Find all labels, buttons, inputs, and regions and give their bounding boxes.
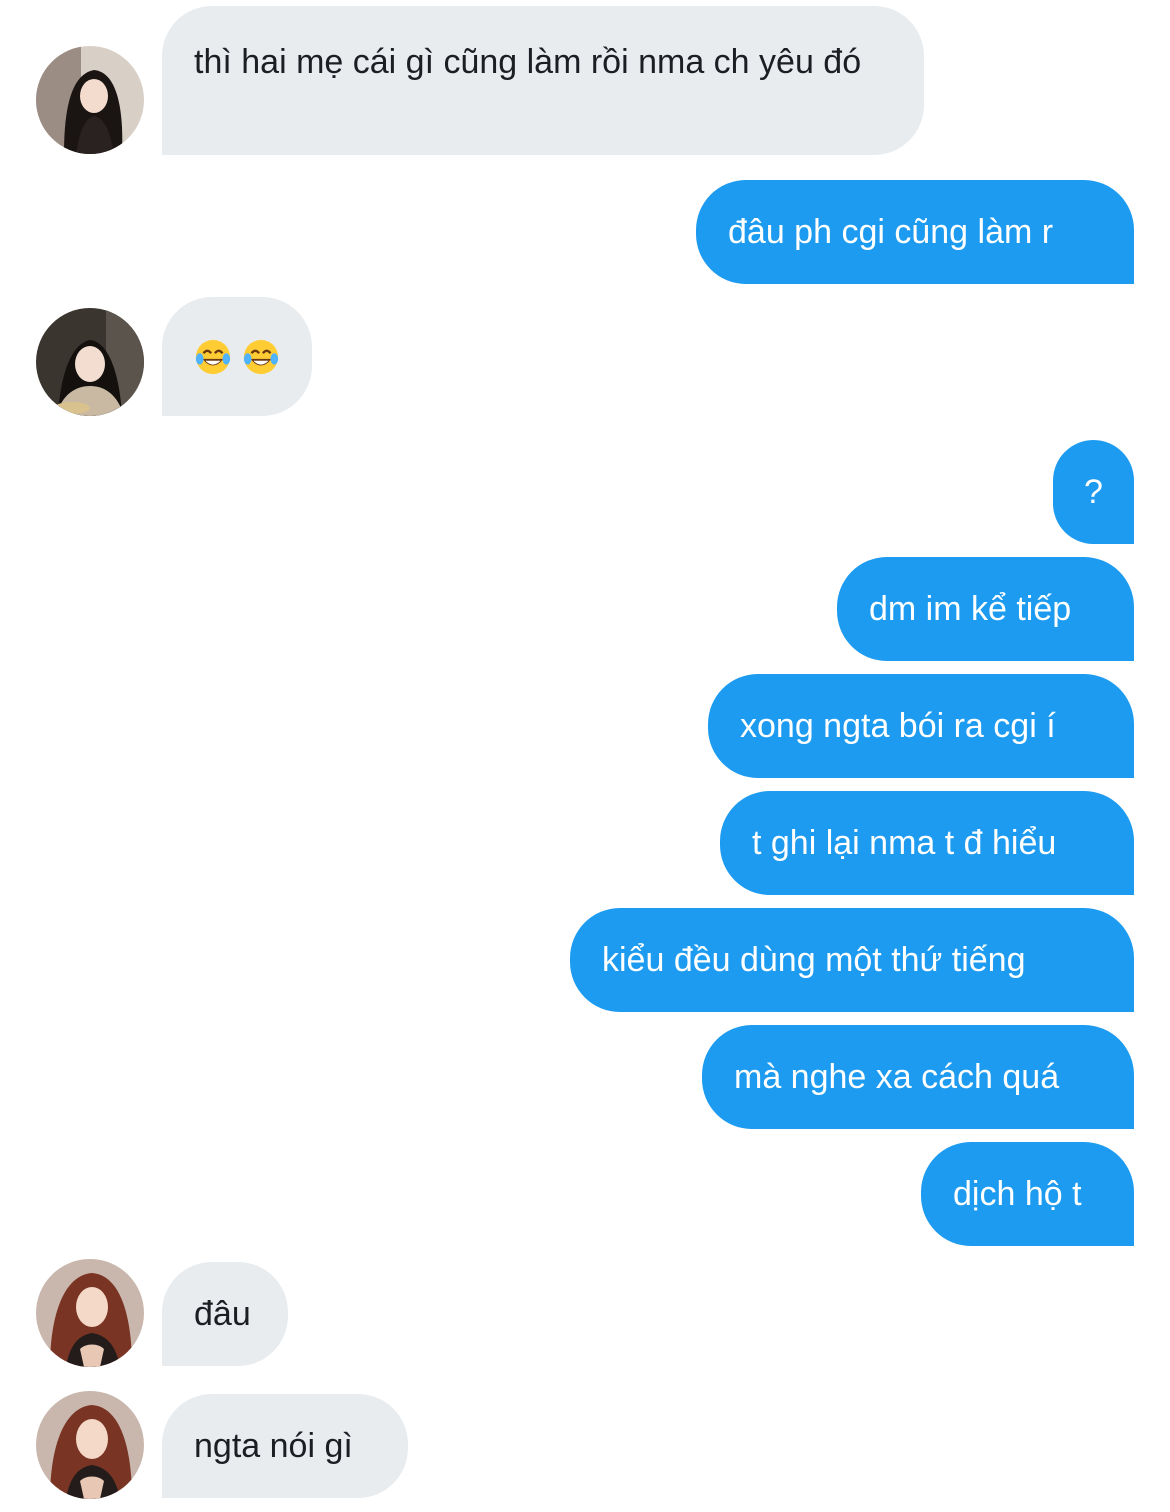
message-bubble-outgoing[interactable]: ?	[1053, 440, 1134, 544]
message-bubble-incoming[interactable]: ngta nói gì	[162, 1394, 408, 1498]
message-text: xong ngta bói ra cgi í	[740, 707, 1056, 745]
message-bubble-outgoing[interactable]: dịch hộ t	[921, 1142, 1134, 1246]
emoji-row	[194, 338, 280, 376]
message-bubble-outgoing[interactable]: kiểu đều dùng một thứ tiếng	[570, 908, 1134, 1012]
message-text: thì hai mẹ cái gì cũng làm rồi nma ch yê…	[194, 43, 862, 81]
message-text: đâu	[194, 1295, 251, 1333]
avatar-photo	[36, 46, 144, 154]
face-with-tears-of-joy-icon	[242, 338, 280, 376]
face-with-tears-of-joy-icon	[194, 338, 232, 376]
message-text: dịch hộ t	[953, 1175, 1082, 1213]
avatar[interactable]	[36, 308, 144, 416]
message-bubble-outgoing[interactable]: đâu ph cgi cũng làm r	[696, 180, 1134, 284]
avatar[interactable]	[36, 46, 144, 154]
message-text: t ghi lại nma t đ hiểu	[752, 824, 1057, 862]
message-text: ?	[1084, 473, 1103, 511]
avatar[interactable]	[36, 1259, 144, 1367]
message-bubble-incoming[interactable]: đâu	[162, 1262, 288, 1366]
message-text: đâu ph cgi cũng làm r	[728, 213, 1054, 251]
message-bubble-outgoing[interactable]: dm im kể tiếp	[837, 557, 1134, 661]
message-bubble-outgoing[interactable]: xong ngta bói ra cgi í	[708, 674, 1134, 778]
message-text: ngta nói gì	[194, 1427, 353, 1465]
message-bubble-incoming[interactable]	[162, 297, 312, 416]
message-text: mà nghe xa cách quá	[734, 1058, 1060, 1096]
message-bubble-outgoing[interactable]: mà nghe xa cách quá	[702, 1025, 1134, 1129]
avatar-photo	[36, 1391, 144, 1499]
message-text: kiểu đều dùng một thứ tiếng	[602, 941, 1026, 979]
avatar-photo	[36, 308, 144, 416]
message-bubble-outgoing[interactable]: t ghi lại nma t đ hiểu	[720, 791, 1134, 895]
message-bubble-incoming[interactable]: thì hai mẹ cái gì cũng làm rồi nma ch yê…	[162, 6, 924, 155]
message-text: dm im kể tiếp	[869, 590, 1072, 628]
avatar[interactable]	[36, 1391, 144, 1499]
avatar-photo	[36, 1259, 144, 1367]
